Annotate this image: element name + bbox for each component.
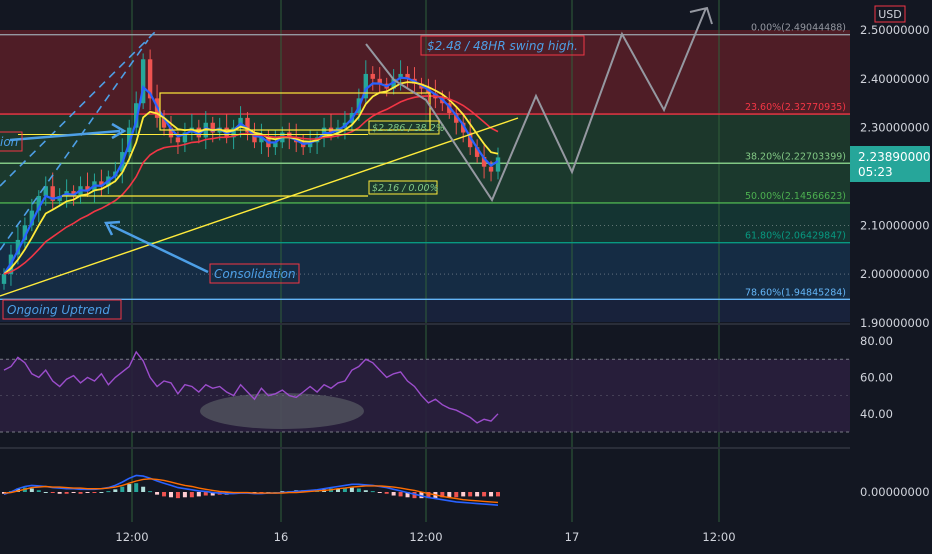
macd-histogram-bar [43, 492, 48, 493]
price-tick-label: 2.50000000 [860, 23, 930, 37]
fib-level-label: 61.80%(2.06429847) [745, 231, 846, 242]
macd-histogram-bar [196, 492, 201, 497]
macd-histogram-bar [106, 491, 111, 493]
fib-level-label: 78.60%(1.94845284) [745, 287, 846, 298]
rsi-tick-label: 60.00 [860, 370, 893, 384]
macd-histogram-bar [113, 489, 118, 492]
macd-histogram-bar [461, 492, 466, 497]
time-tick-label: 12:00 [115, 530, 148, 544]
fib-zone [0, 242, 850, 300]
annotation-swing-high[interactable]: $2.48 / 48HR swing high. [420, 35, 585, 56]
macd-histogram-bar [482, 492, 487, 497]
fib-level-label: 0.00%(2.49044488) [751, 23, 846, 34]
left-callout-label: ion [0, 135, 18, 149]
annotation-level-2286[interactable]: $2.286 / 38.2% [368, 120, 445, 135]
rsi-highlight [200, 393, 364, 429]
fib-zone [0, 299, 850, 322]
macd-histogram-bar [29, 488, 34, 492]
macd-histogram-bar [64, 492, 69, 494]
fib-level-label: 50.00%(2.14566623) [745, 191, 846, 202]
macd-histogram-bar [182, 492, 187, 498]
macd-histogram-bar [447, 492, 452, 498]
candle-countdown: 05:23 [858, 165, 893, 179]
level-216-label: $2.16 / 0.00% [372, 183, 439, 194]
macd-histogram-bar [384, 492, 389, 494]
candle-body [175, 137, 181, 143]
time-tick-label: 17 [565, 530, 580, 544]
macd-histogram-bar [120, 486, 125, 492]
candle-body [370, 73, 375, 79]
macd-histogram-bar [363, 490, 368, 492]
price-tick-label: 2.10000000 [860, 218, 930, 232]
candle-body [495, 157, 501, 172]
macd-histogram-bar [71, 492, 76, 493]
rsi-tick-label: 80.00 [860, 334, 893, 348]
macd-histogram-bar [454, 492, 459, 498]
ongoing-uptrend-label: Ongoing Uptrend [7, 303, 110, 317]
fib-zone [0, 30, 850, 115]
fib-level-label: 23.60%(2.32770935) [745, 102, 846, 113]
macd-histogram-bar [468, 492, 473, 497]
macd-histogram-bar [475, 492, 480, 497]
annotation-consolidation[interactable]: Consolidation [209, 263, 300, 284]
consolidation-label: Consolidation [214, 267, 296, 281]
chart-container[interactable]: 0.00%(2.49044488) 23.60%(2.32770935) 38.20… [0, 0, 932, 550]
level-2286-label: $2.286 / 38.2% [372, 123, 445, 134]
macd-histogram-bar [489, 492, 494, 497]
currency-label: USD [878, 8, 902, 21]
macd-histogram-bar [398, 492, 403, 497]
macd-histogram-bar [155, 492, 160, 495]
candle-body [488, 166, 494, 172]
macd-histogram-bar [148, 491, 153, 493]
macd-histogram-bar [168, 492, 173, 498]
macd-histogram-bar [356, 488, 361, 492]
annotation-ongoing-uptrend[interactable]: Ongoing Uptrend [2, 299, 122, 320]
macd-histogram-bar [134, 483, 139, 492]
macd-histogram-bar [189, 492, 194, 498]
macd-histogram-bar [85, 492, 90, 493]
macd-histogram-bar [141, 486, 146, 492]
macd-histogram-bar [162, 492, 167, 497]
current-price: 2.23890000 [858, 150, 931, 164]
annotation-level-216[interactable]: $2.16 / 0.00% [368, 180, 439, 195]
macd-histogram-bar [127, 484, 132, 492]
rsi-tick-label: 40.00 [860, 407, 893, 421]
current-price-tag: 2.23890000 05:23 [850, 146, 931, 182]
time-tick-label: 12:00 [702, 530, 735, 544]
swing-high-label: $2.48 / 48HR swing high. [427, 39, 578, 53]
price-tick-label: 2.40000000 [860, 72, 930, 86]
macd-histogram-bar [36, 490, 41, 492]
macd-tick-label: 0.00000000 [860, 485, 930, 499]
macd-histogram-bar [57, 492, 62, 494]
macd-histogram-bar [496, 492, 500, 497]
price-tick-label: 2.00000000 [860, 267, 930, 281]
macd-histogram-bar [78, 492, 83, 494]
macd-histogram-bar [377, 492, 382, 493]
trading-chart[interactable]: 0.00%(2.49044488) 23.60%(2.32770935) 38.20… [0, 0, 932, 550]
fib-zones [0, 30, 850, 322]
time-tick-label: 16 [274, 530, 289, 544]
macd-histogram-bar [203, 492, 208, 496]
macd-histogram-bar [349, 487, 354, 492]
price-tick-label: 2.30000000 [860, 121, 930, 135]
fib-zone [0, 202, 850, 243]
macd-histogram-bar [92, 492, 97, 493]
price-tick-label: 1.90000000 [860, 316, 930, 330]
macd-histogram-bar [175, 492, 180, 499]
candle-body [1, 274, 7, 284]
fib-level-label: 38.20%(2.22703399) [745, 151, 846, 162]
rsi-pane [0, 350, 850, 433]
time-tick-label: 12:00 [409, 530, 442, 544]
macd-histogram-bar [50, 492, 55, 493]
macd-histogram-bar [99, 492, 104, 493]
macd-histogram-bar [391, 492, 396, 496]
macd-histogram-bar [370, 491, 375, 493]
